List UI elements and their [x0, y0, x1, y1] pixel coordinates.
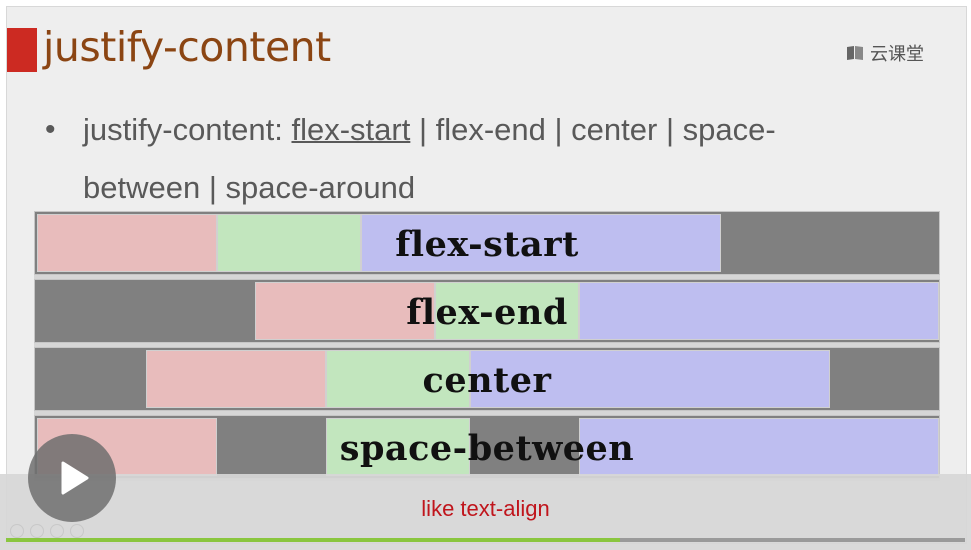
progress-bar[interactable]: [6, 538, 965, 542]
demo-row-space-between: space-between: [34, 415, 940, 479]
book-icon: [846, 45, 864, 61]
play-icon: [61, 461, 89, 495]
subtitle-caption: like text-align: [421, 496, 550, 521]
row-label: flex-end: [406, 292, 568, 333]
brand-logo: 云课堂: [846, 40, 924, 66]
slide: justify-content 云课堂 • justify-content: f…: [6, 6, 967, 544]
demo-row-center: center: [34, 347, 940, 411]
player-mini-controls: [10, 524, 84, 538]
bullet-underlined: flex-start: [291, 112, 411, 147]
control-dot-icon: [10, 524, 24, 538]
row-label: flex-start: [395, 224, 579, 265]
slide-title: justify-content: [43, 23, 331, 71]
row-label: center: [422, 360, 552, 401]
flex-demo: flex-start flex-end center space-between: [34, 211, 940, 481]
bullet-dot: •: [45, 113, 56, 146]
progress-fill: [6, 538, 620, 542]
control-dot-icon: [70, 524, 84, 538]
bullet-text: justify-content: flex-start | flex-end |…: [83, 101, 903, 217]
title-accent-bar: [7, 28, 37, 72]
bullet-prefix: justify-content:: [83, 112, 292, 147]
bullet-rest-line2: between | space-around: [83, 170, 416, 205]
demo-row-flex-start: flex-start: [34, 211, 940, 275]
control-dot-icon: [50, 524, 64, 538]
demo-row-flex-end: flex-end: [34, 279, 940, 343]
row-label: space-between: [339, 428, 635, 469]
brand-name: 云课堂: [870, 44, 924, 64]
bullet-rest-line1: | flex-end | center | space-: [410, 112, 776, 147]
control-dot-icon: [30, 524, 44, 538]
